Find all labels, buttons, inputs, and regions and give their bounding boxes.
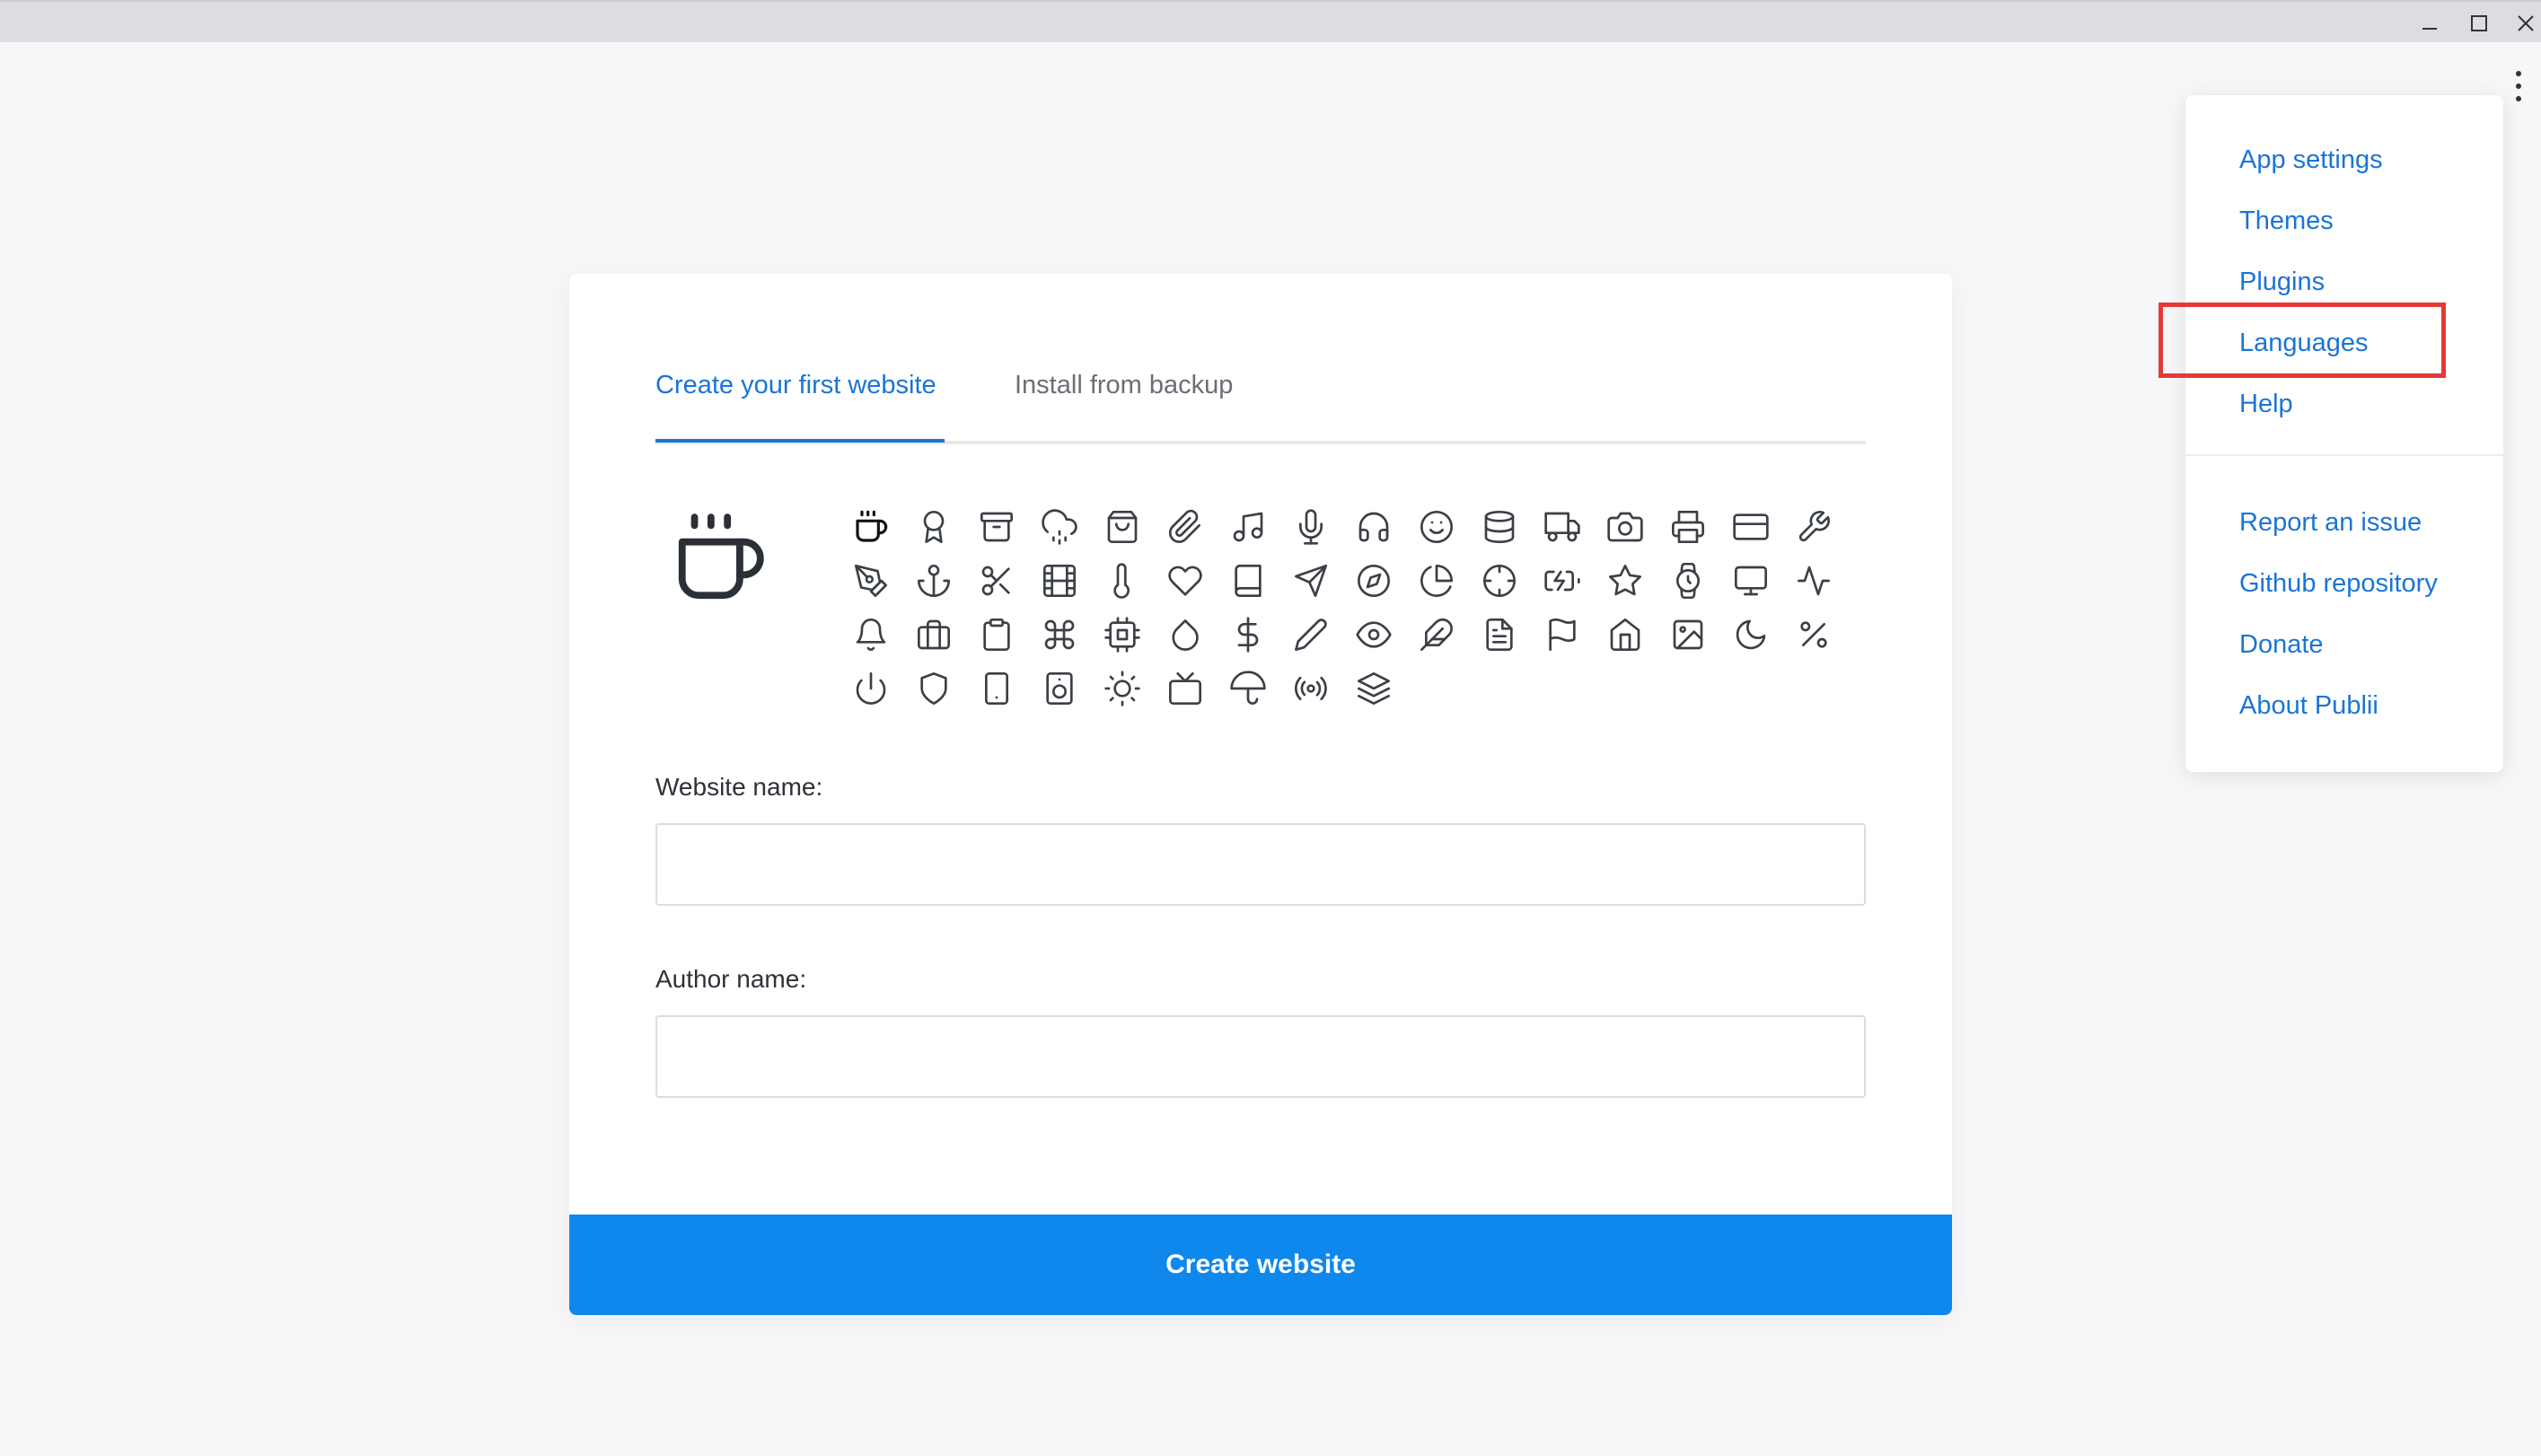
menu-divider (2185, 454, 2503, 456)
award-icon[interactable] (902, 500, 965, 554)
menu-item-help[interactable]: Help (2239, 390, 2293, 419)
sun-icon[interactable] (1091, 662, 1154, 715)
menu-item-donate[interactable]: Donate (2239, 630, 2324, 660)
thermometer-icon[interactable] (1091, 554, 1154, 608)
icon-picker-grid (840, 500, 1845, 715)
command-icon[interactable] (1028, 608, 1091, 662)
pen-tool-icon[interactable] (840, 554, 902, 608)
speaker-icon[interactable] (1028, 662, 1091, 715)
maximize-icon[interactable] (2461, 7, 2497, 39)
window-title-bar (0, 0, 2541, 42)
website-name-label: Website name: (655, 773, 823, 801)
tab-install-from-backup[interactable]: Install from backup (1015, 371, 1233, 400)
film-icon[interactable] (1028, 554, 1091, 608)
camera-icon[interactable] (1594, 500, 1657, 554)
activity-icon[interactable] (1782, 554, 1845, 608)
droplet-icon[interactable] (1154, 608, 1217, 662)
tab-bar: Create your first website Install from b… (655, 371, 1866, 444)
menu-item-plugins[interactable]: Plugins (2239, 268, 2325, 297)
printer-icon[interactable] (1657, 500, 1719, 554)
selected-coffee-icon (670, 509, 769, 608)
truck-icon[interactable] (1531, 500, 1594, 554)
layers-icon[interactable] (1342, 662, 1405, 715)
moon-icon[interactable] (1719, 608, 1782, 662)
minimize-icon[interactable] (2412, 7, 2448, 39)
radio-icon[interactable] (1279, 662, 1342, 715)
pie-chart-icon[interactable] (1405, 554, 1468, 608)
website-name-input[interactable] (655, 823, 1866, 906)
crosshair-icon[interactable] (1468, 554, 1531, 608)
menu-item-app-settings[interactable]: App settings (2239, 145, 2383, 175)
battery-charging-icon[interactable] (1531, 554, 1594, 608)
tv-icon[interactable] (1154, 662, 1217, 715)
briefcase-icon[interactable] (902, 608, 965, 662)
home-icon[interactable] (1594, 608, 1657, 662)
percent-icon[interactable] (1782, 608, 1845, 662)
close-icon[interactable] (2510, 7, 2541, 39)
bell-icon[interactable] (840, 608, 902, 662)
credit-card-icon[interactable] (1719, 500, 1782, 554)
cpu-icon[interactable] (1091, 608, 1154, 662)
book-icon[interactable] (1217, 554, 1279, 608)
eye-icon[interactable] (1342, 608, 1405, 662)
heart-icon[interactable] (1154, 554, 1217, 608)
image-icon[interactable] (1657, 608, 1719, 662)
monitor-icon[interactable] (1719, 554, 1782, 608)
paperclip-icon[interactable] (1154, 500, 1217, 554)
send-icon[interactable] (1279, 554, 1342, 608)
power-icon[interactable] (840, 662, 902, 715)
star-icon[interactable] (1594, 554, 1657, 608)
anchor-icon[interactable] (902, 554, 965, 608)
music-icon[interactable] (1217, 500, 1279, 554)
smile-icon[interactable] (1405, 500, 1468, 554)
cloud-drizzle-icon[interactable] (1028, 500, 1091, 554)
app-menu-dropdown: App settings Themes Plugins Languages He… (2185, 95, 2503, 772)
scissors-icon[interactable] (965, 554, 1028, 608)
create-website-card: Create your first website Install from b… (569, 274, 1952, 1315)
menu-item-report-issue[interactable]: Report an issue (2239, 508, 2422, 538)
tab-create-website[interactable]: Create your first website (655, 371, 936, 400)
active-tab-indicator (655, 439, 945, 443)
dollar-sign-icon[interactable] (1217, 608, 1279, 662)
shopping-bag-icon[interactable] (1091, 500, 1154, 554)
highlight-box (2159, 303, 2446, 378)
create-website-button[interactable]: Create website (569, 1215, 1952, 1315)
pencil-icon[interactable] (1279, 608, 1342, 662)
menu-item-themes[interactable]: Themes (2239, 206, 2334, 236)
tablet-icon[interactable] (965, 662, 1028, 715)
database-icon[interactable] (1468, 500, 1531, 554)
author-name-label: Author name: (655, 965, 807, 993)
tool-icon[interactable] (1782, 500, 1845, 554)
watch-icon[interactable] (1657, 554, 1719, 608)
headphones-icon[interactable] (1342, 500, 1405, 554)
more-options-icon[interactable] (2505, 66, 2532, 106)
clipboard-icon[interactable] (965, 608, 1028, 662)
archive-icon[interactable] (965, 500, 1028, 554)
menu-item-github-repository[interactable]: Github repository (2239, 569, 2438, 599)
feather-icon[interactable] (1405, 608, 1468, 662)
author-name-input[interactable] (655, 1015, 1866, 1098)
microphone-icon[interactable] (1279, 500, 1342, 554)
flag-icon[interactable] (1531, 608, 1594, 662)
umbrella-icon[interactable] (1217, 662, 1279, 715)
coffee-icon[interactable] (840, 500, 902, 554)
menu-item-about-publii[interactable]: About Publii (2239, 691, 2378, 721)
shield-icon[interactable] (902, 662, 965, 715)
compass-icon[interactable] (1342, 554, 1405, 608)
file-text-icon[interactable] (1468, 608, 1531, 662)
